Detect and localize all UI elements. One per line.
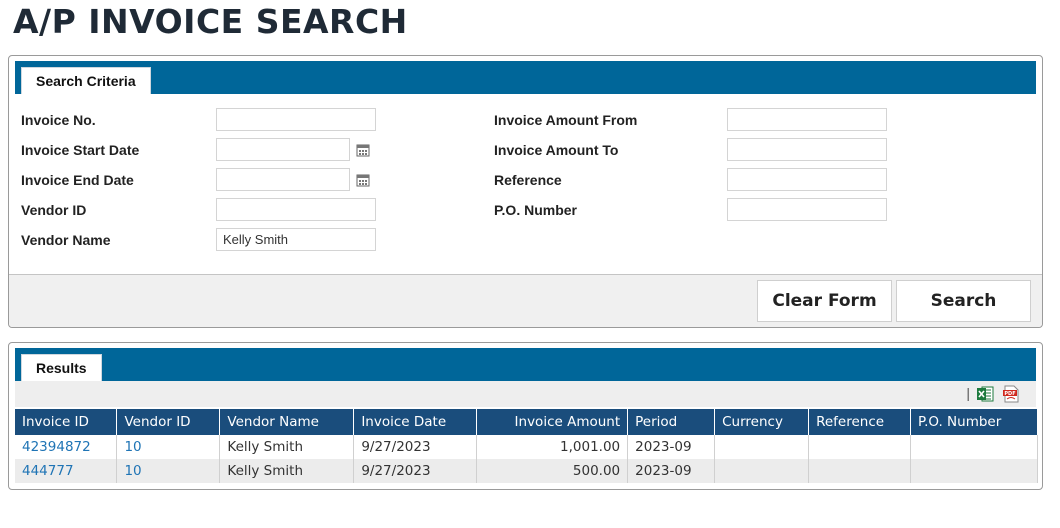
- invoice-start-date-input[interactable]: [216, 138, 350, 161]
- vendor-name-input[interactable]: [216, 228, 376, 251]
- table-row: 42394872 10 Kelly Smith 9/27/2023 1,001.…: [15, 435, 1038, 459]
- search-criteria-panel: Search Criteria Invoice No. Invoice Star…: [8, 55, 1043, 328]
- invoice-no-label: Invoice No.: [21, 112, 96, 128]
- invoice-end-date-input[interactable]: [216, 168, 350, 191]
- currency-cell: [714, 435, 810, 459]
- period-cell: 2023-09: [627, 435, 716, 459]
- vendor-id-link[interactable]: 10: [124, 463, 141, 479]
- po-number-cell: [910, 435, 1038, 459]
- table-header-row: Invoice ID Vendor ID Vendor Name Invoice…: [15, 409, 1038, 435]
- criteria-tab-strip: Search Criteria: [15, 61, 1036, 94]
- invoice-no-input[interactable]: [216, 108, 376, 131]
- column-header-invoice-id[interactable]: Invoice ID: [15, 409, 118, 435]
- invoice-amount-to-input[interactable]: [727, 138, 887, 161]
- period-cell: 2023-09: [627, 459, 716, 483]
- vendor-id-link[interactable]: 10: [124, 439, 141, 455]
- invoice-amount-to-label: Invoice Amount To: [494, 142, 619, 158]
- table-row: 444777 10 Kelly Smith 9/27/2023 500.00 2…: [15, 459, 1038, 483]
- tab-search-criteria[interactable]: Search Criteria: [21, 67, 151, 94]
- column-header-invoice-date[interactable]: Invoice Date: [353, 409, 478, 435]
- invoice-end-date-label: Invoice End Date: [21, 172, 134, 188]
- column-header-reference[interactable]: Reference: [808, 409, 912, 435]
- results-panel: Results | PDF Invoice ID Vendor ID Vendo…: [8, 342, 1043, 490]
- reference-label: Reference: [494, 172, 562, 188]
- vendor-name-cell: Kelly Smith: [219, 435, 355, 459]
- column-header-vendor-id[interactable]: Vendor ID: [116, 409, 221, 435]
- toolbar-separator: |: [966, 385, 970, 401]
- search-button[interactable]: Search: [896, 280, 1031, 322]
- results-toolbar: | PDF: [15, 381, 1036, 407]
- currency-cell: [714, 459, 810, 483]
- column-header-po-number[interactable]: P.O. Number: [910, 409, 1038, 435]
- calendar-icon[interactable]: [356, 143, 370, 157]
- invoice-amount-from-input[interactable]: [727, 108, 887, 131]
- column-header-currency[interactable]: Currency: [714, 409, 810, 435]
- results-tab-strip: Results: [15, 348, 1036, 381]
- results-table: Invoice ID Vendor ID Vendor Name Invoice…: [15, 409, 1038, 483]
- vendor-name-label: Vendor Name: [21, 232, 111, 248]
- svg-text:PDF: PDF: [1004, 391, 1015, 397]
- reference-input[interactable]: [727, 168, 887, 191]
- page-title: A/P INVOICE SEARCH: [13, 2, 408, 41]
- calendar-icon[interactable]: [356, 173, 370, 187]
- invoice-amount-cell: 500.00: [476, 459, 629, 483]
- vendor-name-cell: Kelly Smith: [219, 459, 355, 483]
- po-number-label: P.O. Number: [494, 202, 577, 218]
- tab-results[interactable]: Results: [21, 354, 102, 381]
- invoice-date-cell: 9/27/2023: [353, 459, 478, 483]
- criteria-button-bar: Clear Form Search: [9, 274, 1042, 327]
- invoice-amount-from-label: Invoice Amount From: [494, 112, 638, 128]
- reference-cell: [808, 435, 912, 459]
- invoice-amount-cell: 1,001.00: [476, 435, 629, 459]
- excel-export-icon[interactable]: [976, 385, 994, 403]
- column-header-vendor-name[interactable]: Vendor Name: [219, 409, 355, 435]
- vendor-id-label: Vendor ID: [21, 202, 87, 218]
- invoice-id-link[interactable]: 444777: [22, 463, 74, 479]
- pdf-export-icon[interactable]: PDF: [1002, 385, 1020, 403]
- invoice-date-cell: 9/27/2023: [353, 435, 478, 459]
- invoice-id-link[interactable]: 42394872: [22, 439, 91, 455]
- column-header-invoice-amount[interactable]: Invoice Amount: [476, 409, 629, 435]
- po-number-input[interactable]: [727, 198, 887, 221]
- clear-form-button[interactable]: Clear Form: [757, 280, 892, 322]
- reference-cell: [808, 459, 912, 483]
- invoice-start-date-label: Invoice Start Date: [21, 142, 140, 158]
- vendor-id-input[interactable]: [216, 198, 376, 221]
- column-header-period[interactable]: Period: [627, 409, 716, 435]
- po-number-cell: [910, 459, 1038, 483]
